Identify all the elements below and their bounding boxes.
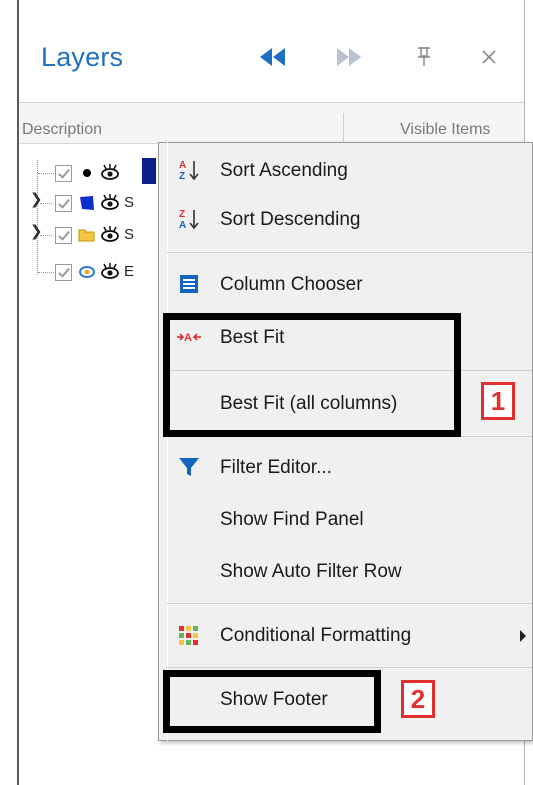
menu-separator bbox=[166, 667, 532, 668]
svg-text:Z: Z bbox=[179, 209, 185, 220]
sort-descending-icon: Z A bbox=[179, 209, 199, 231]
layer-name[interactable]: S bbox=[124, 194, 144, 211]
menu-item-filter-editor[interactable]: Filter Editor... bbox=[159, 444, 531, 492]
menu-item-conditional-formatting[interactable]: Conditional Formatting bbox=[159, 612, 531, 660]
column-header-divider[interactable] bbox=[343, 113, 344, 143]
menu-item-label: Conditional Formatting bbox=[220, 625, 412, 646]
svg-text:A: A bbox=[179, 160, 186, 171]
folder-icon bbox=[78, 229, 95, 242]
annotation-box-2 bbox=[163, 670, 381, 733]
menu-item-label: Sort Descending bbox=[220, 209, 361, 230]
close-button[interactable] bbox=[471, 40, 507, 74]
sort-ascending-icon: A Z bbox=[179, 160, 199, 182]
eye-icon[interactable] bbox=[100, 225, 120, 243]
eye-icon[interactable] bbox=[100, 163, 120, 181]
annotation-label-2: 2 bbox=[401, 680, 435, 718]
expand-chevron-icon[interactable]: ❯ bbox=[30, 222, 43, 240]
menu-item-column-chooser[interactable]: Column Chooser bbox=[159, 261, 531, 309]
visibility-checkbox[interactable] bbox=[55, 227, 72, 244]
eye-icon[interactable] bbox=[100, 262, 120, 280]
annotation-box-1 bbox=[163, 313, 461, 437]
menu-separator bbox=[166, 603, 532, 604]
menu-item-sort-ascending[interactable]: A Z Sort Ascending bbox=[159, 147, 531, 195]
tree-line bbox=[40, 203, 52, 204]
visibility-checkbox[interactable] bbox=[55, 165, 72, 182]
dot-icon bbox=[83, 169, 91, 177]
raster-icon bbox=[79, 266, 95, 278]
column-header-visible-items[interactable]: Visible Items bbox=[400, 121, 490, 139]
menu-item-show-find-panel[interactable]: Show Find Panel bbox=[159, 496, 531, 544]
svg-text:A: A bbox=[179, 220, 186, 231]
layer-name[interactable]: S bbox=[124, 226, 144, 243]
pin-button[interactable] bbox=[406, 40, 442, 74]
menu-item-label: Column Chooser bbox=[220, 274, 363, 295]
menu-item-show-auto-filter-row[interactable]: Show Auto Filter Row bbox=[159, 548, 531, 596]
rewind-icon bbox=[260, 48, 285, 66]
filter-icon bbox=[179, 458, 199, 476]
rewind-button[interactable] bbox=[255, 40, 291, 74]
column-chooser-icon bbox=[180, 275, 198, 293]
menu-item-sort-descending[interactable]: Z A Sort Descending bbox=[159, 196, 531, 244]
layer-name[interactable]: E bbox=[124, 263, 144, 280]
row-selection-highlight bbox=[142, 158, 156, 184]
fast-forward-icon bbox=[337, 48, 361, 66]
tree-line bbox=[40, 235, 52, 236]
fast-forward-button[interactable] bbox=[331, 40, 367, 74]
tree-line bbox=[38, 173, 54, 174]
layer-name[interactable]: F bbox=[124, 164, 144, 181]
polygon-layer-icon bbox=[80, 196, 94, 210]
panel-title: Layers bbox=[41, 42, 124, 72]
menu-separator bbox=[166, 252, 532, 253]
conditional-formatting-icon bbox=[179, 626, 198, 645]
menu-item-label: Show Find Panel bbox=[220, 509, 364, 530]
svg-text:Z: Z bbox=[179, 171, 185, 182]
eye-icon[interactable] bbox=[100, 193, 120, 211]
annotation-label-1: 1 bbox=[481, 382, 515, 420]
menu-item-label: Filter Editor... bbox=[220, 457, 332, 478]
menu-item-label: Sort Ascending bbox=[220, 160, 348, 181]
visibility-checkbox[interactable] bbox=[55, 195, 72, 212]
pin-icon bbox=[418, 47, 430, 66]
visibility-checkbox[interactable] bbox=[55, 264, 72, 281]
expand-chevron-icon[interactable]: ❯ bbox=[30, 190, 43, 208]
close-icon bbox=[482, 50, 496, 64]
column-header-description[interactable]: Description bbox=[22, 121, 102, 139]
submenu-arrow-icon bbox=[520, 630, 526, 642]
tree-line bbox=[37, 160, 38, 275]
tree-line bbox=[38, 272, 54, 273]
menu-item-label: Show Auto Filter Row bbox=[220, 561, 402, 582]
